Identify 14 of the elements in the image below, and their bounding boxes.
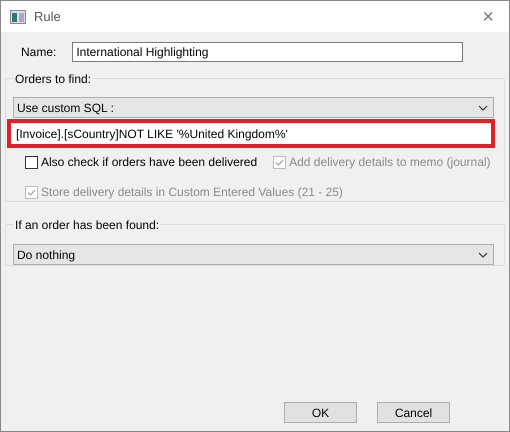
dropdown[interactable]: Use custom SQL : (13, 97, 494, 118)
name-field[interactable]: International Highlighting (72, 42, 464, 62)
dropdown[interactable]: Do nothing (13, 244, 494, 265)
name-label: Name: (21, 44, 56, 61)
sql-field[interactable]: [Invoice].[sCountry]NOT LIKE '%United Kingdom%' (7, 119, 495, 148)
chevron-down-icon (478, 252, 488, 258)
app-icon (10, 10, 26, 24)
checkbox-label[interactable]: Also check if orders have been delivered (41, 153, 258, 171)
window-title: Rule (34, 8, 62, 26)
chevron-down-icon (478, 104, 488, 110)
close-button[interactable]: × (476, 6, 500, 26)
dialog-button[interactable]: Cancel (377, 402, 450, 423)
checkbox[interactable] (25, 156, 38, 168)
dialog-button[interactable]: OK (284, 402, 357, 423)
